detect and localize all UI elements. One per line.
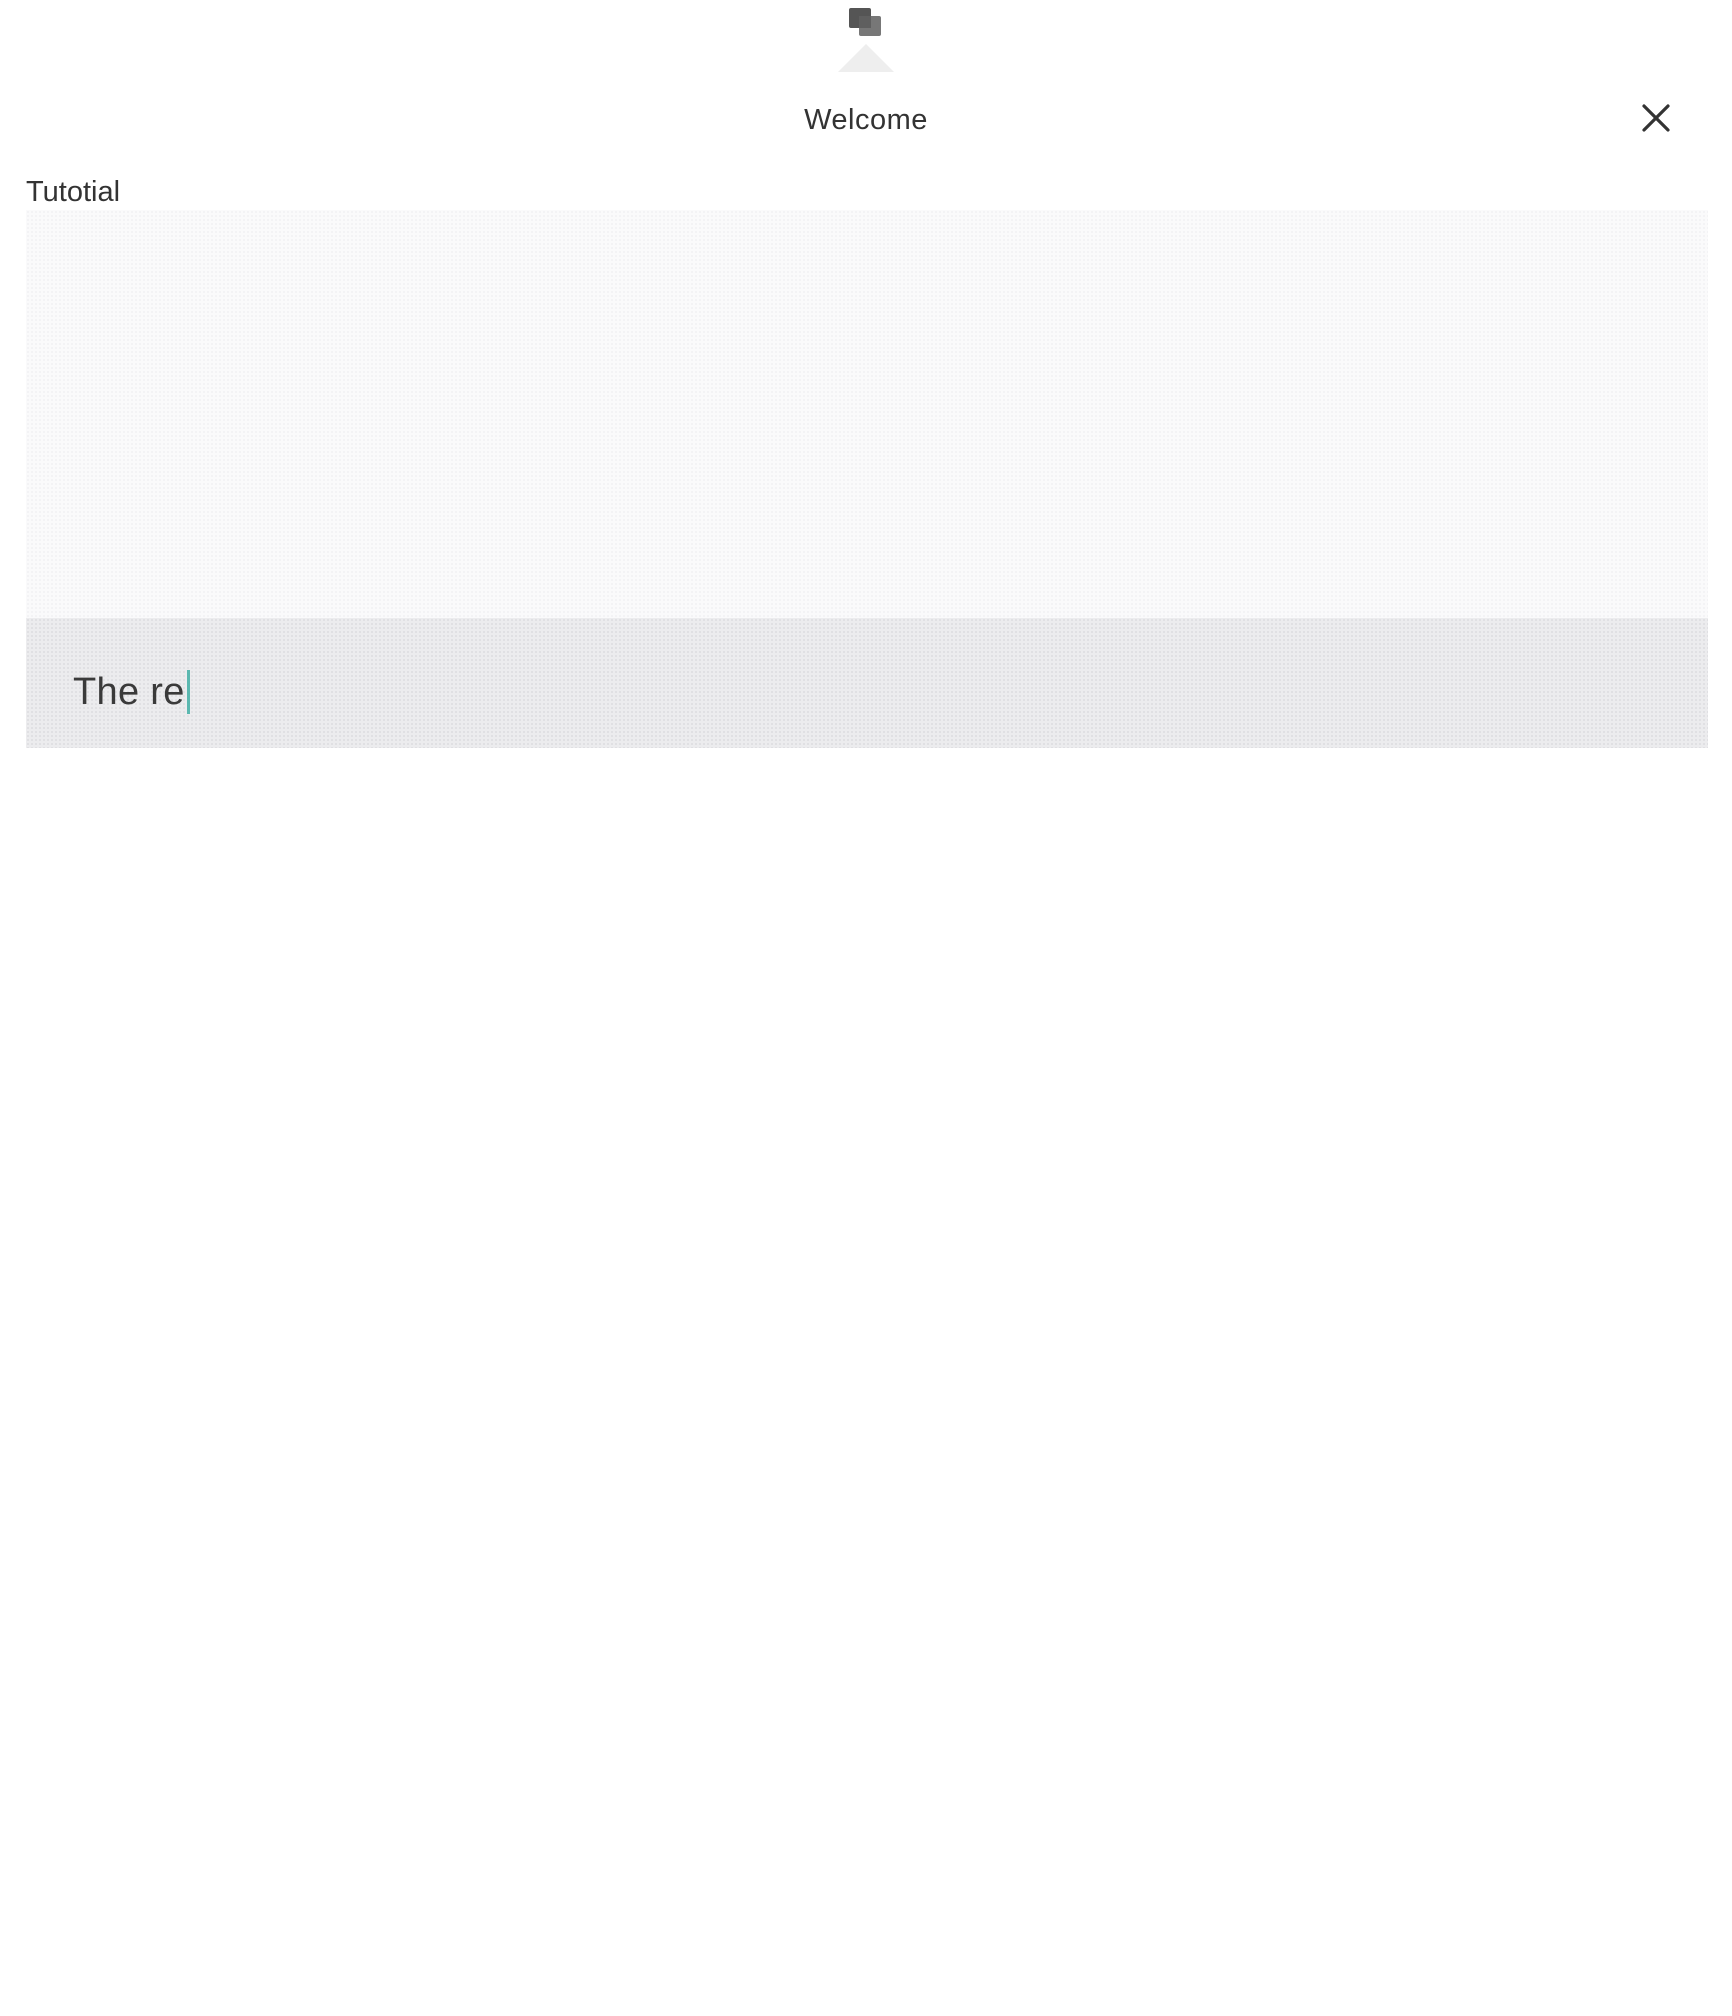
tutorial-typed-text: The re	[73, 670, 190, 714]
typed-text-value: The re	[73, 670, 185, 713]
tutorial-text-area[interactable]: The re	[26, 618, 1708, 748]
page-title: Welcome	[804, 104, 928, 136]
stacked-squares-icon	[846, 6, 886, 40]
text-caret	[186, 670, 190, 714]
close-icon	[1642, 104, 1670, 132]
tutorial-panel: The re	[26, 210, 1708, 748]
close-button[interactable]	[1636, 98, 1676, 138]
section-label: Tutotial	[26, 176, 121, 208]
popover-pointer	[838, 44, 894, 72]
tutorial-preview-area	[26, 210, 1708, 618]
